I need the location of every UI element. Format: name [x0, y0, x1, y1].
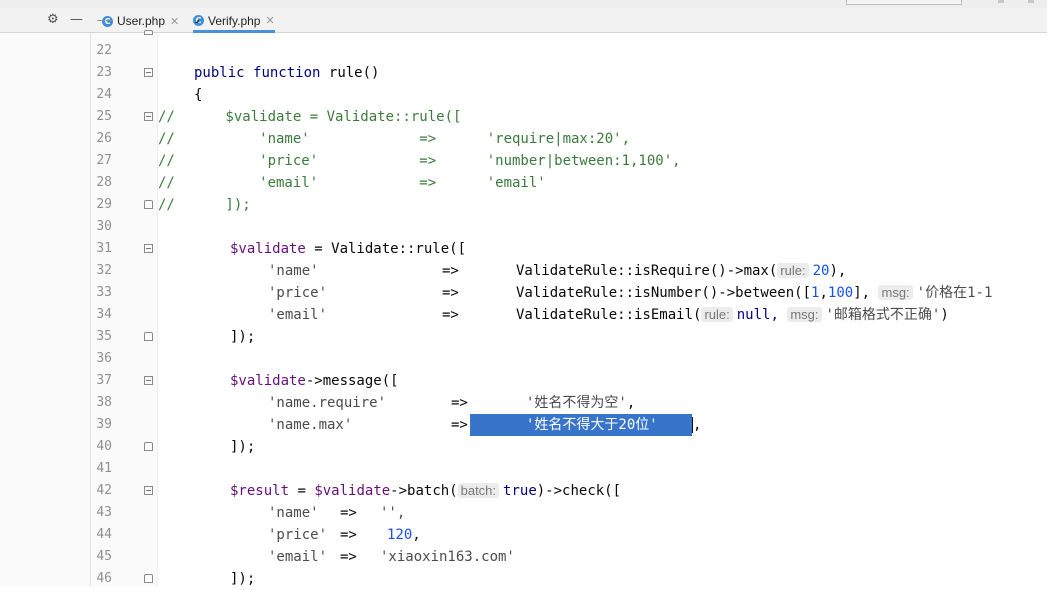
line-number: 44 [96, 527, 112, 542]
code-comment-line[interactable]: // 'email' => 'email' [158, 172, 546, 194]
fold-end-icon[interactable] [144, 442, 153, 451]
fold-end-icon[interactable] [144, 332, 153, 341]
line-number: 26 [96, 131, 112, 146]
code-line[interactable]: { [194, 84, 202, 106]
code-comment-line[interactable]: // 'name' => 'require|max:20', [158, 128, 630, 150]
line-number: 45 [96, 549, 112, 564]
code-line[interactable]: ValidateRule::isRequire()->max(rule: 20), [516, 260, 846, 282]
fold-toggle-icon[interactable] [144, 486, 153, 495]
code-line[interactable]: , [692, 414, 701, 436]
code-line[interactable]: public function rule() [194, 62, 379, 84]
code-arrow: => [340, 527, 357, 543]
line-number: 46 [96, 571, 112, 586]
code-line[interactable]: '姓名不得为空', [526, 392, 635, 414]
fold-end-icon[interactable] [144, 200, 153, 209]
editor-tab-bar: ⚙ — C User.php ✕ C Verify.php ✕ [0, 8, 1047, 33]
code-line[interactable]: $result = $validate->batch(batch: true)->… [230, 480, 621, 502]
code-arrow: => [451, 417, 468, 433]
code-line[interactable]: 'price' [268, 282, 327, 304]
code-line[interactable]: 'name.require' [268, 392, 386, 414]
tab-verify-php[interactable]: C Verify.php ✕ [193, 11, 275, 33]
param-hint: msg: [787, 307, 822, 322]
param-hint: msg: [878, 285, 913, 300]
tab-user-php[interactable]: C User.php ✕ [102, 11, 179, 31]
line-number: 35 [96, 329, 112, 344]
window-button-edge[interactable] [998, 0, 1004, 3]
close-icon[interactable]: ✕ [170, 15, 179, 28]
line-number: 25 [96, 109, 112, 124]
line-number: 33 [96, 285, 112, 300]
code-arrow: => [442, 285, 459, 301]
line-number: 38 [96, 395, 112, 410]
code-arrow: => [451, 395, 468, 411]
line-number: 37 [96, 373, 112, 388]
line-number: 36 [96, 351, 112, 366]
line-number: 22 [96, 43, 112, 58]
fold-end-icon[interactable] [144, 30, 153, 35]
search-field-edge[interactable] [846, 0, 962, 5]
code-line[interactable]: ]); [230, 326, 255, 348]
param-hint: batch: [457, 483, 500, 498]
code-comment-line[interactable]: // $validate = Validate::rule([ [158, 106, 461, 128]
line-number: 41 [96, 461, 112, 476]
line-number: 29 [96, 197, 112, 212]
fold-toggle-icon[interactable] [144, 376, 153, 385]
tab-label: User.php [117, 14, 166, 28]
code-line[interactable]: 'email' [268, 304, 327, 326]
code-arrow: => [340, 549, 357, 565]
settings-gear-icon[interactable]: ⚙ [47, 12, 59, 28]
line-number: 24 [96, 87, 112, 102]
tab-label: Verify.php [208, 13, 261, 28]
param-hint: rule: [701, 307, 733, 322]
fold-toggle-icon[interactable] [144, 244, 153, 253]
code-line[interactable]: $validate->message([ [230, 370, 399, 392]
code-arrow: => [442, 307, 459, 323]
fold-toggle-icon[interactable] [144, 112, 153, 121]
line-number: 34 [96, 307, 112, 322]
code-arrow: => [340, 505, 357, 521]
code-line[interactable]: ]); [230, 436, 255, 458]
line-number: 31 [96, 241, 112, 256]
line-number: 28 [96, 175, 112, 190]
line-number: 32 [96, 263, 112, 278]
code-line[interactable]: ValidateRule::isNumber()->between([1,100… [516, 282, 992, 304]
code-line[interactable]: ]); [230, 568, 255, 590]
title-bar [0, 0, 1047, 8]
fold-toggle-icon[interactable] [144, 68, 153, 77]
line-number: 42 [96, 483, 112, 498]
fold-end-icon[interactable] [144, 574, 153, 583]
window-button-edge[interactable] [1028, 0, 1034, 3]
code-line[interactable]: 'name' [268, 260, 319, 282]
code-line[interactable]: 'xiaoxin163.com' [380, 546, 515, 568]
line-number: 40 [96, 439, 112, 454]
code-line[interactable]: $validate = Validate::rule([ [230, 238, 466, 260]
line-number: 23 [96, 65, 112, 80]
code-line[interactable]: 'price' [268, 524, 327, 546]
line-number: 39 [96, 417, 112, 432]
code-arrow: => [442, 263, 459, 279]
code-line[interactable]: } [194, 20, 202, 33]
code-comment-line[interactable]: // 'price' => 'number|between:1,100', [158, 150, 681, 172]
code-line[interactable]: 'name.max' [268, 414, 352, 436]
code-line[interactable]: '', [380, 502, 405, 524]
line-number: 30 [96, 219, 112, 234]
line-number: 43 [96, 505, 112, 520]
close-icon[interactable]: ✕ [265, 14, 274, 27]
code-line[interactable]: 'name' [268, 502, 319, 524]
code-line[interactable]: ValidateRule::isEmail(rule: null, msg: '邮箱… [516, 304, 949, 326]
code-line[interactable]: 120, [387, 524, 421, 546]
code-comment-line[interactable]: // ]); [158, 194, 251, 216]
line-number: 27 [96, 153, 112, 168]
code-line[interactable]: 'email' [268, 546, 327, 568]
line-number: 21 [66, 20, 112, 33]
selected-text[interactable]: '姓名不得大于20位' [470, 414, 692, 436]
param-hint: rule: [777, 263, 809, 278]
